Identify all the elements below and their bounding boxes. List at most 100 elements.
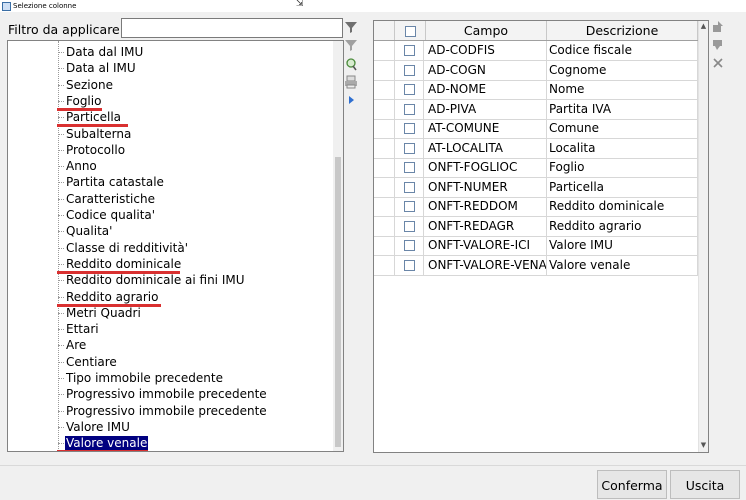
tree-item[interactable]: Progressivo immobile precedente xyxy=(58,403,268,419)
tree-item[interactable]: Data dal IMU xyxy=(58,44,144,60)
row-indicator-cell xyxy=(374,99,395,119)
tree-item[interactable]: Particella xyxy=(58,109,122,125)
tree-item[interactable]: Classe di redditività' xyxy=(58,240,189,256)
row-checkbox-cell[interactable] xyxy=(395,99,424,119)
tree-item[interactable]: Protocollo xyxy=(58,142,126,158)
remove-icon[interactable] xyxy=(712,57,724,69)
row-checkbox-cell[interactable] xyxy=(395,41,424,60)
filter-icon[interactable] xyxy=(344,20,358,34)
row-checkbox-cell[interactable] xyxy=(395,236,424,255)
table-row[interactable]: ONFT-REDAGR Reddito agrario xyxy=(374,216,698,237)
move-down-icon[interactable] xyxy=(712,39,724,51)
tree-item[interactable]: Valore IMU xyxy=(58,419,131,435)
tree-item[interactable]: Foglio xyxy=(58,93,102,109)
tree-item[interactable]: Centiare xyxy=(58,354,118,370)
tree-item[interactable]: Partita catastale xyxy=(58,174,165,190)
header-campo[interactable]: Campo xyxy=(426,21,547,40)
row-checkbox[interactable] xyxy=(403,142,415,154)
row-checkbox-cell[interactable] xyxy=(395,177,424,197)
exit-button[interactable]: Uscita xyxy=(670,470,740,499)
header-descrizione[interactable]: Descrizione xyxy=(547,21,698,40)
tree-scrollbar[interactable] xyxy=(333,41,343,451)
select-all-checkbox[interactable] xyxy=(404,26,416,37)
tree-item[interactable]: Reddito agrario xyxy=(58,289,159,305)
row-indicator-cell xyxy=(374,119,395,138)
table-row[interactable]: AD-PIVA Partita IVA xyxy=(374,99,698,120)
table-row[interactable]: ONFT-NUMER Particella xyxy=(374,177,698,198)
tree-item[interactable]: Reddito dominicale xyxy=(58,256,182,272)
selected-columns-grid[interactable]: Campo Descrizione ▲ ▼ AD-CODFIS Codice fi… xyxy=(373,20,709,453)
tree-connector xyxy=(58,149,64,151)
table-row[interactable]: ONFT-FOGLIOC Foglio xyxy=(374,158,698,178)
tree-item[interactable]: Metri Quadri xyxy=(58,305,142,321)
row-checkbox-cell[interactable] xyxy=(395,60,424,80)
row-checkbox[interactable] xyxy=(403,181,415,193)
cell-campo: AD-PIVA xyxy=(426,99,547,119)
search-icon[interactable] xyxy=(344,57,358,71)
tree-item[interactable]: Reddito dominicale ai fini IMU xyxy=(58,272,246,288)
row-checkbox[interactable] xyxy=(403,259,415,271)
tree-connector xyxy=(58,394,64,396)
tree-item[interactable]: Qualita' xyxy=(58,223,113,239)
table-row[interactable]: ONFT-VALORE-VENALEValore venale xyxy=(374,255,698,276)
print-icon[interactable] xyxy=(344,75,358,89)
table-row[interactable]: AD-NOME Nome xyxy=(374,80,698,100)
row-checkbox[interactable] xyxy=(403,45,415,56)
filter-label: Filtro da applicare xyxy=(8,22,120,37)
tree-connector xyxy=(58,84,64,86)
tree-item[interactable]: Are xyxy=(58,337,87,353)
row-checkbox[interactable] xyxy=(403,103,415,115)
table-row[interactable]: AT-LOCALITA Localita xyxy=(374,138,698,159)
row-checkbox-cell[interactable] xyxy=(395,197,424,216)
confirm-button[interactable]: Conferma xyxy=(597,470,667,499)
row-checkbox-cell[interactable] xyxy=(395,216,424,236)
table-row[interactable]: AT-COMUNE Comune xyxy=(374,119,698,139)
filter-input[interactable] xyxy=(121,18,343,38)
row-checkbox[interactable] xyxy=(403,240,415,251)
tree-connector xyxy=(58,117,64,119)
row-checkbox-cell[interactable] xyxy=(395,255,424,275)
tree-item[interactable]: Anno xyxy=(58,158,98,174)
select-all-checkbox-cell[interactable] xyxy=(395,21,426,40)
tree-connector xyxy=(58,296,64,298)
table-row[interactable]: AD-CODFIS Codice fiscale xyxy=(374,41,698,61)
row-checkbox[interactable] xyxy=(403,220,415,232)
clear-filter-icon[interactable] xyxy=(344,38,358,52)
cell-descrizione: Codice fiscale xyxy=(547,41,698,60)
row-checkbox-cell[interactable] xyxy=(395,158,424,177)
table-row[interactable]: ONFT-VALORE-ICI Valore IMU xyxy=(374,236,698,256)
tree-item[interactable]: Progressivo immobile precedente xyxy=(58,386,268,402)
tree-item[interactable]: Data al IMU xyxy=(58,60,137,76)
row-checkbox[interactable] xyxy=(403,84,415,95)
field-tree[interactable]: Data dal IMU Data al IMU Sezione Foglio Part… xyxy=(7,40,344,452)
grid-scrollbar[interactable]: ▲ ▼ xyxy=(698,21,708,452)
row-checkbox-cell[interactable] xyxy=(395,138,424,158)
tree-item-label: Protocollo xyxy=(66,142,126,157)
tree-item-label: Qualita' xyxy=(66,224,113,239)
tree-item[interactable]: Subalterna xyxy=(58,126,132,142)
row-checkbox[interactable] xyxy=(403,162,415,173)
tree-scrollbar-thumb[interactable] xyxy=(335,157,341,447)
row-checkbox[interactable] xyxy=(403,201,415,212)
row-checkbox[interactable] xyxy=(403,123,415,134)
window-icon xyxy=(2,2,11,11)
table-row[interactable]: ONFT-REDDOM Reddito dominicale xyxy=(374,197,698,217)
tree-item[interactable]: Ettari xyxy=(58,321,100,337)
scroll-up-icon[interactable]: ▲ xyxy=(700,23,707,30)
row-checkbox-cell[interactable] xyxy=(395,80,424,99)
tree-item[interactable]: Valore venale xyxy=(58,435,149,451)
tree-item[interactable]: Codice qualita' xyxy=(58,207,156,223)
tree-item-label: Data dal IMU xyxy=(66,45,144,59)
table-row[interactable]: AD-COGN Cognome xyxy=(374,60,698,81)
tree-item[interactable]: Caratteristiche xyxy=(58,191,156,207)
tree-connector xyxy=(58,100,64,102)
row-checkbox[interactable] xyxy=(403,64,415,76)
move-right-icon[interactable] xyxy=(344,93,358,107)
tree-item[interactable]: Tipo immobile precedente xyxy=(58,370,224,386)
cell-campo: ONFT-REDDOM xyxy=(426,197,547,216)
move-up-icon[interactable] xyxy=(712,21,724,33)
tree-item-label: Tipo immobile precedente xyxy=(66,371,223,385)
row-checkbox-cell[interactable] xyxy=(395,119,424,138)
scroll-down-icon[interactable]: ▼ xyxy=(700,442,707,449)
tree-item[interactable]: Sezione xyxy=(58,77,114,93)
